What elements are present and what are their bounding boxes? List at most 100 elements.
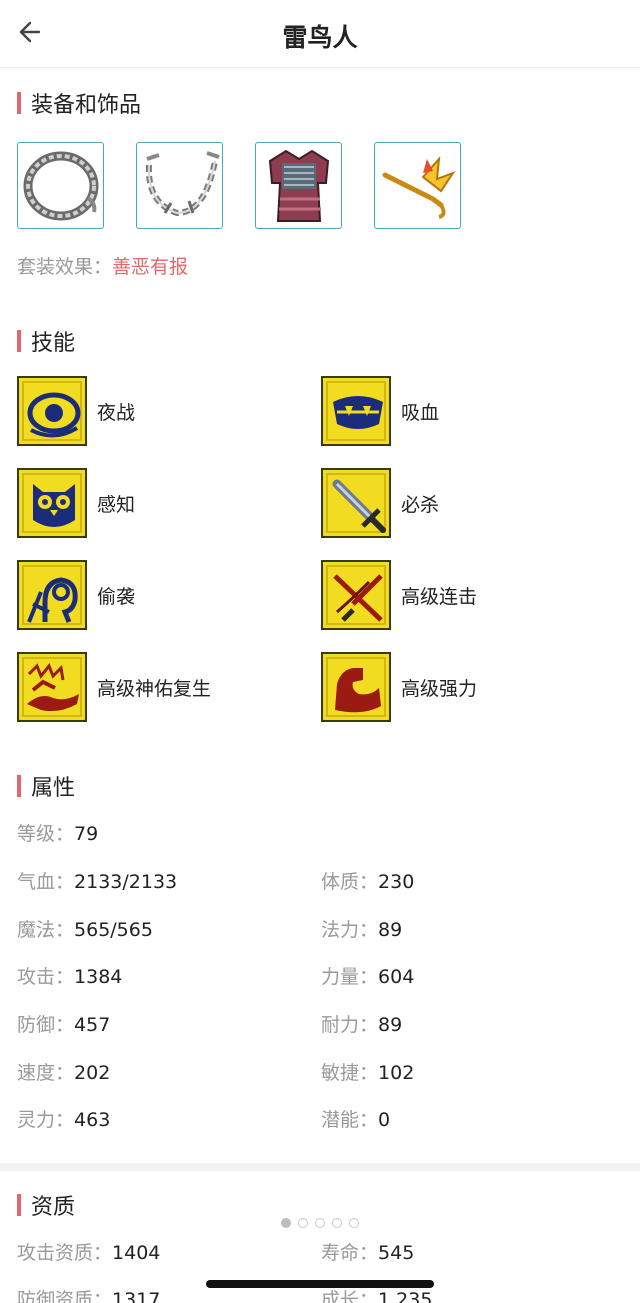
- section-accent-bar: [17, 775, 21, 797]
- page-dot[interactable]: [349, 1218, 359, 1228]
- page-indicator[interactable]: [281, 1218, 366, 1228]
- page-dot[interactable]: [298, 1218, 308, 1228]
- attr-value: 457: [74, 1014, 111, 1036]
- attr-magic: 法力：89: [321, 917, 402, 943]
- attributes-title-text: 属性: [31, 776, 76, 801]
- attr-defense: 防御：457: [17, 1012, 110, 1038]
- attr-label: 防御资质：: [17, 1289, 113, 1303]
- revive-icon: [17, 652, 87, 722]
- set-effect-value[interactable]: 善恶有报: [112, 256, 188, 278]
- section-accent-bar: [17, 330, 21, 352]
- bracelet-icon: [145, 151, 220, 217]
- page-dot[interactable]: [332, 1218, 342, 1228]
- set-effect: 套装效果：善恶有报: [17, 252, 188, 279]
- skills-title-text: 技能: [31, 331, 76, 356]
- sneak-icon: [17, 560, 87, 630]
- attr-potential: 潜能：0: [321, 1107, 390, 1133]
- attr-label: 等级：: [17, 823, 75, 845]
- attr-constitution: 体质：230: [321, 869, 414, 895]
- skill-label: 吸血: [401, 401, 440, 424]
- skill-item[interactable]: 必杀: [321, 468, 439, 538]
- attr-value: 89: [378, 1014, 403, 1036]
- attributes-section-title: 属性: [17, 772, 76, 801]
- skill-item[interactable]: 感知: [17, 468, 135, 538]
- attr-endurance: 耐力：89: [321, 1012, 402, 1038]
- attr-label: 寿命：: [321, 1242, 379, 1264]
- equip-slot-ring[interactable]: [17, 142, 104, 229]
- equip-slot-bracelet[interactable]: [136, 142, 223, 229]
- fang-icon: [321, 376, 391, 446]
- attr-label: 成长：: [321, 1289, 379, 1303]
- home-indicator[interactable]: [206, 1280, 434, 1288]
- skill-item[interactable]: 高级神佑复生: [17, 652, 211, 722]
- skill-label: 必杀: [401, 493, 440, 516]
- skill-label: 偷袭: [97, 585, 136, 608]
- section-accent-bar: [17, 92, 21, 114]
- apt-growth: 成长：1.235: [321, 1287, 432, 1303]
- eye-icon: [17, 376, 87, 446]
- apt-lifespan: 寿命：545: [321, 1240, 414, 1266]
- attr-value: 1317: [112, 1289, 161, 1303]
- skill-label: 高级连击: [401, 585, 478, 608]
- attr-level: 等级：79: [17, 821, 98, 847]
- attr-value: 1404: [112, 1242, 161, 1264]
- ring-icon: [23, 151, 99, 221]
- apt-defense: 防御资质：1317: [17, 1287, 160, 1303]
- set-effect-label: 套装效果：: [17, 256, 113, 278]
- attr-value: 565/565: [74, 919, 153, 941]
- hairpin-icon: [382, 156, 456, 219]
- attr-label: 潜能：: [321, 1109, 379, 1131]
- attr-label: 速度：: [17, 1062, 75, 1084]
- skill-label: 高级神佑复生: [97, 677, 212, 700]
- attr-label: 体质：: [321, 871, 379, 893]
- page-dot-active[interactable]: [281, 1218, 291, 1228]
- attr-label: 灵力：: [17, 1109, 75, 1131]
- attr-label: 攻击：: [17, 966, 75, 988]
- skill-label: 高级强力: [401, 677, 478, 700]
- section-divider: [0, 1163, 640, 1171]
- equipment-title-text: 装备和饰品: [31, 93, 142, 118]
- armor-icon: [268, 149, 330, 222]
- attr-value: 79: [74, 823, 99, 845]
- equip-slot-armor[interactable]: [255, 142, 342, 229]
- section-accent-bar: [17, 1194, 21, 1216]
- apt-attack: 攻击资质：1404: [17, 1240, 160, 1266]
- attr-label: 防御：: [17, 1014, 75, 1036]
- skill-item[interactable]: 高级连击: [321, 560, 477, 630]
- equipment-section-title: 装备和饰品: [17, 89, 142, 118]
- page-dot[interactable]: [315, 1218, 325, 1228]
- skill-item[interactable]: 夜战: [17, 376, 135, 446]
- attr-value: 89: [378, 919, 403, 941]
- crossed-swords-icon: [321, 560, 391, 630]
- nav-bar: 雷鸟人: [0, 0, 640, 68]
- sword-icon: [321, 468, 391, 538]
- skill-label: 夜战: [97, 401, 136, 424]
- attr-mp: 魔法：565/565: [17, 917, 153, 943]
- arm-icon: [321, 652, 391, 722]
- attr-value: 1384: [74, 966, 123, 988]
- skill-item[interactable]: 吸血: [321, 376, 439, 446]
- equip-slot-hairpin[interactable]: [374, 142, 461, 229]
- aptitude-section-title: 资质: [17, 1191, 75, 1220]
- attr-label: 魔法：: [17, 919, 75, 941]
- attr-label: 敏捷：: [321, 1062, 379, 1084]
- skill-label: 感知: [97, 493, 136, 516]
- attr-agility: 敏捷：102: [321, 1060, 414, 1086]
- attr-value: 2133/2133: [74, 871, 178, 893]
- page-title: 雷鸟人: [282, 23, 358, 52]
- attr-spirit: 灵力：463: [17, 1107, 110, 1133]
- skill-item[interactable]: 偷袭: [17, 560, 135, 630]
- attr-value: 102: [378, 1062, 415, 1084]
- attr-value: 545: [378, 1242, 415, 1264]
- attr-value: 230: [378, 871, 415, 893]
- attr-value: 604: [378, 966, 415, 988]
- attr-label: 攻击资质：: [17, 1242, 113, 1264]
- attr-hp: 气血：2133/2133: [17, 869, 177, 895]
- attr-value: 463: [74, 1109, 111, 1131]
- attr-label: 气血：: [17, 871, 75, 893]
- attr-label: 法力：: [321, 919, 379, 941]
- skills-section-title: 技能: [17, 327, 76, 356]
- equipment-row: [17, 142, 493, 229]
- attr-strength: 力量：604: [321, 964, 414, 990]
- skill-item[interactable]: 高级强力: [321, 652, 477, 722]
